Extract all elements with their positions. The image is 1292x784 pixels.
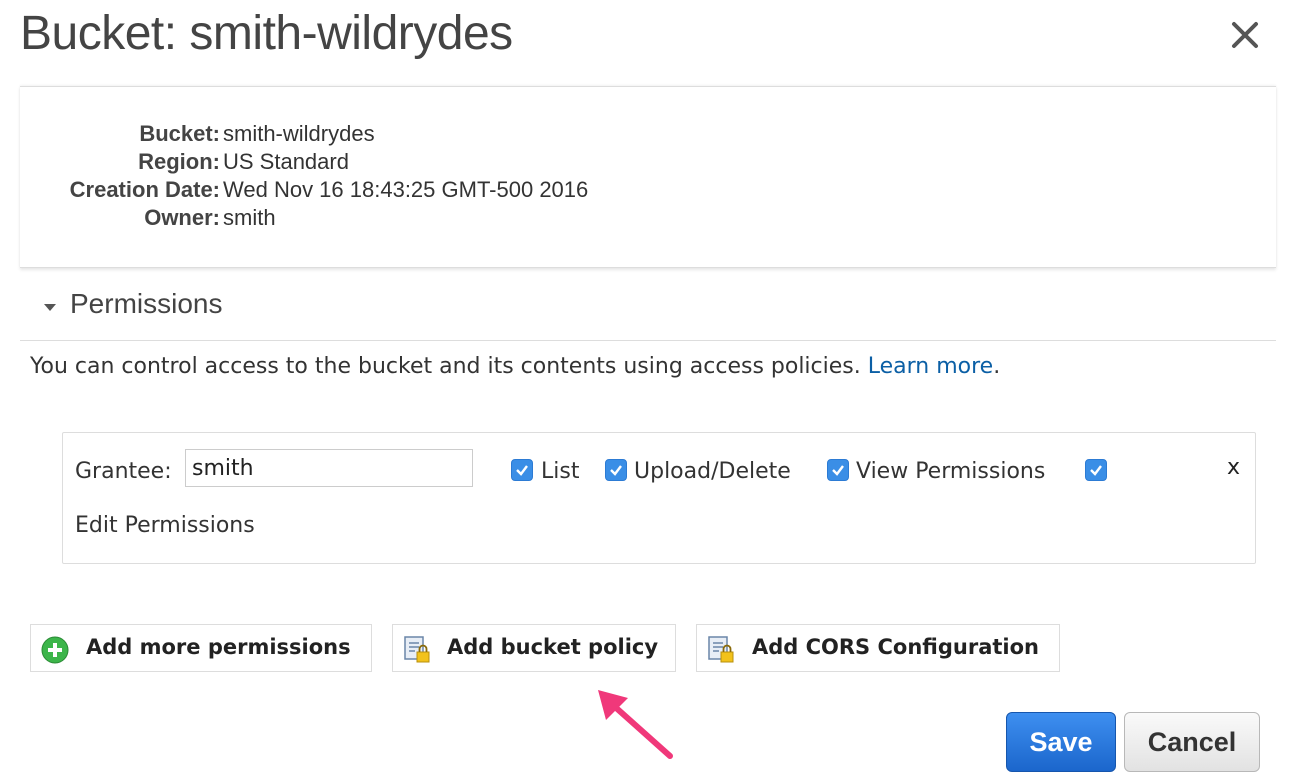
checkmark-icon xyxy=(832,465,844,476)
caret-down-icon xyxy=(44,304,56,311)
add-icon xyxy=(41,636,69,664)
edit-permissions-label: Edit Permissions xyxy=(75,513,255,538)
grantee-input[interactable] xyxy=(185,449,473,487)
page-title: Bucket: smith-wildrydes xyxy=(20,7,513,60)
checkmark-icon xyxy=(1090,465,1102,476)
learn-more-link[interactable]: Learn more xyxy=(868,354,993,379)
property-label: Creation Date: xyxy=(69,177,220,202)
property-value: US Standard xyxy=(223,149,349,174)
edit-permissions-checkbox[interactable] xyxy=(1085,459,1107,481)
list-checkbox[interactable] xyxy=(511,459,533,481)
policy-document-lock-icon xyxy=(404,636,430,663)
grantee-label: Grantee: xyxy=(75,459,172,484)
property-row: Bucket: smith-wildrydes xyxy=(20,121,1276,149)
property-value: smith-wildrydes xyxy=(223,121,375,146)
add-cors-configuration-button[interactable]: Add CORS Configuration xyxy=(696,624,1060,672)
cors-document-lock-icon xyxy=(708,636,734,663)
upload-delete-label: Upload/Delete xyxy=(634,459,791,484)
permissions-section-toggle[interactable]: Permissions xyxy=(20,284,1276,341)
add-bucket-policy-button[interactable]: Add bucket policy xyxy=(392,624,676,672)
description-period: . xyxy=(993,354,1001,379)
add-more-permissions-button[interactable]: Add more permissions xyxy=(30,624,372,672)
property-row: Owner: smith xyxy=(20,205,1276,233)
annotation-arrow-icon xyxy=(598,690,673,759)
list-label: List xyxy=(541,459,580,484)
grantee-row: Grantee: List Upload/Delete View Permiss… xyxy=(62,432,1256,564)
property-label: Region: xyxy=(138,149,220,174)
add-bucket-policy-label: Add bucket policy xyxy=(447,635,659,659)
checkmark-icon xyxy=(610,465,622,476)
view-permissions-label: View Permissions xyxy=(856,459,1046,484)
remove-grantee-button[interactable]: x xyxy=(1227,455,1240,480)
checkmark-icon xyxy=(516,465,528,476)
property-label: Bucket: xyxy=(139,121,220,146)
property-label: Owner: xyxy=(144,205,220,230)
section-title: Permissions xyxy=(70,288,223,319)
bucket-properties-panel: Bucket: smith-wildrydes Region: US Stand… xyxy=(20,86,1276,268)
property-value: Wed Nov 16 18:43:25 GMT-500 2016 xyxy=(223,177,589,202)
add-more-permissions-label: Add more permissions xyxy=(86,635,351,659)
property-value: smith xyxy=(223,205,276,230)
property-row: Region: US Standard xyxy=(20,149,1276,177)
close-button[interactable] xyxy=(1228,12,1264,56)
property-row: Creation Date: Wed Nov 16 18:43:25 GMT-5… xyxy=(20,177,1276,205)
close-icon[interactable] xyxy=(1228,12,1264,56)
add-cors-configuration-label: Add CORS Configuration xyxy=(752,635,1039,659)
view-permissions-checkbox[interactable] xyxy=(827,459,849,481)
permissions-description: You can control access to the bucket and… xyxy=(30,354,1000,379)
save-button[interactable]: Save xyxy=(1006,712,1116,772)
cancel-button[interactable]: Cancel xyxy=(1124,712,1260,772)
upload-delete-checkbox[interactable] xyxy=(605,459,627,481)
description-text: You can control access to the bucket and… xyxy=(30,354,861,379)
